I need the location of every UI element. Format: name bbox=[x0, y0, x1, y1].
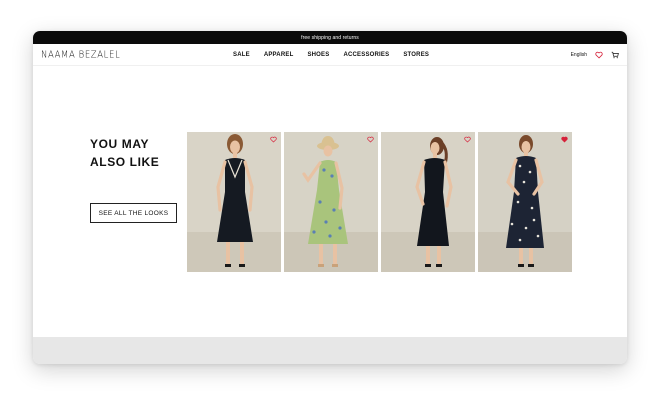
brand-logo[interactable]: NAAMA BEZALEL bbox=[41, 49, 120, 61]
browser-frame: free shipping and returns NAAMA BEZALEL … bbox=[33, 31, 627, 364]
heart-filled-icon[interactable] bbox=[561, 136, 568, 143]
heart-outline-icon[interactable] bbox=[367, 136, 374, 143]
nav-item-stores[interactable]: STORES bbox=[403, 52, 429, 58]
product-image bbox=[187, 132, 281, 272]
nav-item-apparel[interactable]: APPAREL bbox=[264, 52, 294, 58]
product-card[interactable] bbox=[187, 132, 281, 272]
see-all-looks-button[interactable]: SEE ALL THE LOOKS bbox=[90, 203, 177, 223]
nav-item-shoes[interactable]: SHOES bbox=[307, 52, 329, 58]
footer-band bbox=[33, 337, 627, 364]
product-image bbox=[381, 132, 475, 272]
product-image bbox=[478, 132, 572, 272]
section-heading: YOU MAY ALSO LIKE bbox=[90, 135, 200, 171]
product-image bbox=[284, 132, 378, 272]
product-card[interactable] bbox=[381, 132, 475, 272]
announcement-text: free shipping and returns bbox=[301, 34, 359, 41]
site-header: NAAMA BEZALEL SALE APPAREL SHOES ACCESSO… bbox=[33, 44, 627, 66]
cart-icon[interactable] bbox=[611, 51, 619, 59]
nav-item-accessories[interactable]: ACCESSORIES bbox=[343, 52, 389, 58]
heart-outline-icon[interactable] bbox=[270, 136, 277, 143]
nav-item-sale[interactable]: SALE bbox=[233, 52, 250, 58]
recommendations-section: YOU MAY ALSO LIKE SEE ALL THE LOOKS bbox=[33, 66, 627, 336]
announcement-bar: free shipping and returns bbox=[33, 31, 627, 44]
product-carousel bbox=[187, 132, 572, 272]
main-nav: SALE APPAREL SHOES ACCESSORIES STORES bbox=[233, 44, 443, 66]
product-card[interactable] bbox=[284, 132, 378, 272]
heading-line-1: YOU MAY bbox=[90, 137, 150, 151]
language-selector[interactable]: English bbox=[571, 52, 587, 58]
product-card[interactable] bbox=[478, 132, 572, 272]
heart-outline-icon[interactable] bbox=[464, 136, 471, 143]
heart-outline-icon[interactable] bbox=[595, 51, 603, 59]
heading-line-2: ALSO LIKE bbox=[90, 155, 160, 169]
header-actions: English bbox=[571, 44, 619, 66]
